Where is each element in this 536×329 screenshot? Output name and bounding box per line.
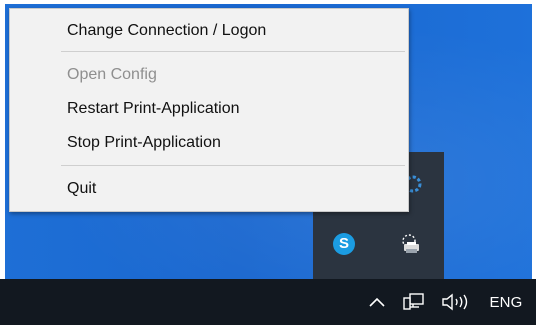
menu-item-open-config: Open Config bbox=[67, 66, 157, 83]
menu-separator bbox=[61, 51, 405, 52]
menu-item-change-connection[interactable]: Change Connection / Logon bbox=[10, 15, 408, 46]
menu-item-stop-print-application[interactable]: Stop Print-Application bbox=[10, 127, 408, 158]
menu-separator bbox=[61, 165, 405, 166]
tray-context-menu: Change Connection / Logon Open Config Re… bbox=[9, 8, 409, 212]
network-button[interactable] bbox=[401, 279, 427, 325]
taskbar: ENG bbox=[0, 279, 536, 325]
printer-app-icon[interactable] bbox=[398, 232, 424, 256]
screenshot-border-bottom bbox=[0, 325, 536, 329]
screenshot-border-top bbox=[0, 0, 536, 4]
skype-icon-letter: S bbox=[338, 235, 349, 252]
menu-item-restart-print-application[interactable]: Restart Print-Application bbox=[10, 93, 408, 124]
network-icon bbox=[403, 293, 424, 310]
skype-icon[interactable]: S bbox=[333, 233, 355, 255]
show-hidden-icons-button[interactable] bbox=[366, 279, 388, 325]
input-language-indicator[interactable]: ENG bbox=[483, 279, 529, 325]
menu-item-quit[interactable]: Quit bbox=[10, 173, 408, 204]
volume-icon bbox=[442, 293, 468, 311]
chevron-up-icon bbox=[369, 297, 385, 307]
volume-button[interactable] bbox=[439, 279, 473, 325]
